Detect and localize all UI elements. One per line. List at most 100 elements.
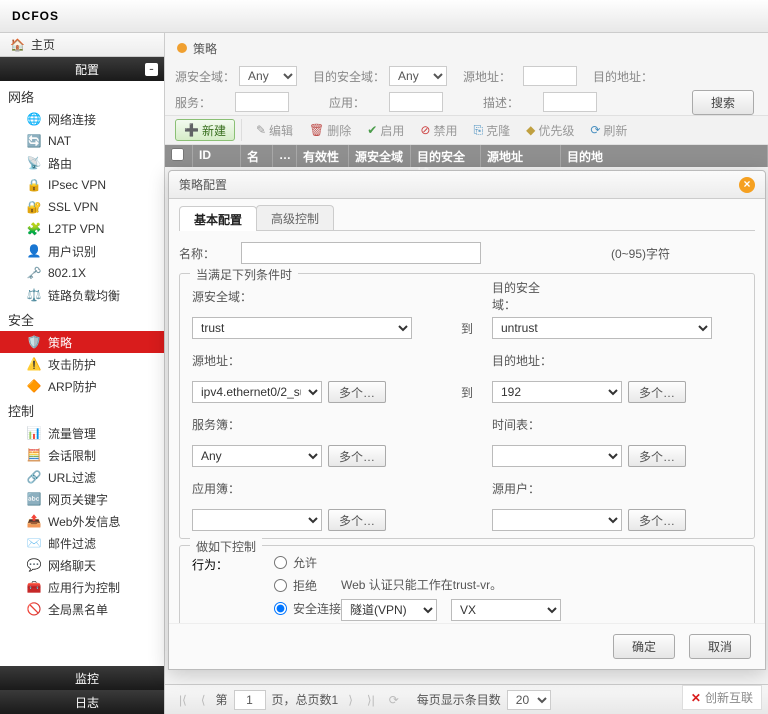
action-deny-radio[interactable]: 拒绝 — [274, 577, 341, 594]
tab-advanced[interactable]: 高级控制 — [256, 205, 334, 230]
dstzone-select[interactable]: untrust — [492, 317, 712, 339]
cancel-button[interactable]: 取消 — [689, 634, 751, 659]
sidebar-item-label: 网络聊天 — [48, 557, 96, 574]
clone-button[interactable]: ⎘克隆 — [465, 119, 518, 141]
sidebar-item-userident[interactable]: 👤用户识别 — [0, 240, 164, 262]
sidebar-item-urlfilter[interactable]: 🔗URL过滤 — [0, 466, 164, 488]
sidebar-item-policy[interactable]: 🛡️策略 — [0, 331, 164, 353]
breadcrumb-text: 策略 — [193, 40, 217, 57]
action-allow-radio[interactable]: 允许 — [274, 554, 341, 571]
edit-button[interactable]: ✎编辑 — [248, 119, 301, 141]
ipsec-icon: 🔒 — [26, 177, 42, 193]
dialog-title-bar[interactable]: 策略配置 × — [169, 171, 765, 199]
sidebar-item-mailfilter[interactable]: ✉️邮件过滤 — [0, 532, 164, 554]
nav-monitor-label: 监控 — [75, 670, 99, 687]
svc-multi-button[interactable]: 多个… — [328, 445, 386, 467]
tunnel-type-select[interactable]: 隧道(VPN) — [341, 599, 437, 621]
sidebar-item-label: 会话限制 — [48, 447, 96, 464]
sidebar-item-traffic[interactable]: 📊流量管理 — [0, 422, 164, 444]
srcuser-multi-button[interactable]: 多个… — [628, 509, 686, 531]
sched-multi-button[interactable]: 多个… — [628, 445, 686, 467]
filter-srczone-select[interactable]: Any — [239, 66, 297, 86]
filter-desc-input[interactable] — [543, 92, 597, 112]
col-more[interactable]: … — [273, 145, 297, 167]
sidebar-item-nat[interactable]: 🔄NAT — [0, 130, 164, 152]
sidebar-item-webout[interactable]: 📤Web外发信息 — [0, 510, 164, 532]
nav-log[interactable]: 日志 — [0, 690, 164, 714]
sidebar-item-attack[interactable]: ⚠️攻击防护 — [0, 353, 164, 375]
sidebar-item-arp[interactable]: 🔶ARP防护 — [0, 375, 164, 397]
svc-select[interactable]: Any — [192, 445, 322, 467]
pager-page-input[interactable] — [234, 690, 266, 710]
urlfilter-icon: 🔗 — [26, 469, 42, 485]
sidebar-item-ipsec[interactable]: 🔒IPsec VPN — [0, 174, 164, 196]
pager-prev-icon[interactable]: ⟨ — [197, 693, 210, 707]
col-srczone[interactable]: 源安全域 — [349, 145, 411, 167]
conditions-legend: 当满足下列条件时 — [190, 266, 298, 283]
collapse-icon[interactable]: - — [145, 63, 158, 76]
tree-group: 网络 — [0, 83, 164, 108]
refresh-button[interactable]: ⟳刷新 — [582, 119, 635, 141]
filter-dstzone-label: 目的安全域： — [313, 68, 385, 85]
col-valid[interactable]: 有效性 — [297, 145, 349, 167]
pager-next-icon[interactable]: ⟩ — [344, 693, 357, 707]
pager-last-icon[interactable]: ⟩| — [363, 693, 379, 707]
blacklist-icon: 🚫 — [26, 601, 42, 617]
srczone-select[interactable]: trust — [192, 317, 412, 339]
sidebar-item-8021x[interactable]: 🗝️802.1X — [0, 262, 164, 284]
col-srcaddr[interactable]: 源地址 — [481, 145, 561, 167]
action-secure-radio[interactable]: 安全连接 — [274, 600, 341, 617]
filter-search-button[interactable]: 搜索 — [692, 90, 754, 115]
dstaddr-multi-button[interactable]: 多个… — [628, 381, 686, 403]
edit-icon: ✎ — [256, 123, 266, 137]
ok-button[interactable]: 确定 — [613, 634, 675, 659]
nav-config[interactable]: 配置 - — [0, 57, 164, 81]
enable-button[interactable]: ✔启用 — [359, 119, 412, 141]
pager-refresh-icon[interactable]: ⟳ — [385, 693, 403, 707]
sidebar-item-chat[interactable]: 💬网络聊天 — [0, 554, 164, 576]
col-dstaddr[interactable]: 目的地 — [561, 145, 768, 167]
nav-monitor[interactable]: 监控 — [0, 666, 164, 690]
sidebar-item-session[interactable]: 🧮会话限制 — [0, 444, 164, 466]
sidebar-item-route[interactable]: 📡路由 — [0, 152, 164, 174]
sidebar-item-sslvpn[interactable]: 🔐SSL VPN — [0, 196, 164, 218]
sidebar-item-label: 用户识别 — [48, 243, 96, 260]
srcaddr-multi-button[interactable]: 多个… — [328, 381, 386, 403]
sidebar-item-webkw[interactable]: 🔤网页关键字 — [0, 488, 164, 510]
srcuser-select[interactable] — [492, 509, 622, 531]
plus-icon: ➕ — [184, 123, 199, 137]
filter-service-input[interactable] — [235, 92, 289, 112]
app-multi-button[interactable]: 多个… — [328, 509, 386, 531]
pager-perpage-select[interactable]: 20 — [507, 690, 551, 710]
webkw-icon: 🔤 — [26, 491, 42, 507]
col-dstzone[interactable]: 目的安全域 — [411, 145, 481, 167]
nav-home[interactable]: 🏠 主页 — [0, 33, 164, 57]
filter-desc-label: 描述： — [483, 94, 539, 111]
new-button[interactable]: ➕新建 — [175, 119, 235, 141]
sidebar-item-net-conn[interactable]: 🌐网络连接 — [0, 108, 164, 130]
col-checkbox[interactable] — [165, 145, 193, 167]
disable-button[interactable]: ⊘禁用 — [412, 119, 465, 141]
sidebar-item-loadbal[interactable]: ⚖️链路负载均衡 — [0, 284, 164, 306]
name-input[interactable] — [241, 242, 481, 264]
dstaddr-select[interactable]: 192 — [492, 381, 622, 403]
app-select[interactable] — [192, 509, 322, 531]
nav-home-label: 主页 — [31, 36, 55, 53]
filter-app-input[interactable] — [389, 92, 443, 112]
pager-first-icon[interactable]: |⟨ — [175, 693, 191, 707]
col-name[interactable]: 名 — [241, 145, 273, 167]
tab-basic[interactable]: 基本配置 — [179, 206, 257, 231]
tunnel-value-select[interactable]: VX — [451, 599, 561, 621]
close-icon[interactable]: × — [739, 177, 755, 193]
priority-button[interactable]: ◆优先级 — [518, 119, 582, 141]
delete-button[interactable]: 🗑删除 — [301, 119, 359, 141]
filter-srcaddr-input[interactable] — [523, 66, 577, 86]
filter-dstzone-select[interactable]: Any — [389, 66, 447, 86]
srcaddr-select[interactable]: ipv4.ethernet0/2_su — [192, 381, 322, 403]
sched-select[interactable] — [492, 445, 622, 467]
col-id[interactable]: ID — [193, 145, 241, 167]
sidebar-item-blacklist[interactable]: 🚫全局黑名单 — [0, 598, 164, 620]
sidebar-item-appctrl[interactable]: 🧰应用行为控制 — [0, 576, 164, 598]
pager-perpage-label: 每页显示条目数 — [417, 691, 501, 708]
sidebar-item-l2tp[interactable]: 🧩L2TP VPN — [0, 218, 164, 240]
